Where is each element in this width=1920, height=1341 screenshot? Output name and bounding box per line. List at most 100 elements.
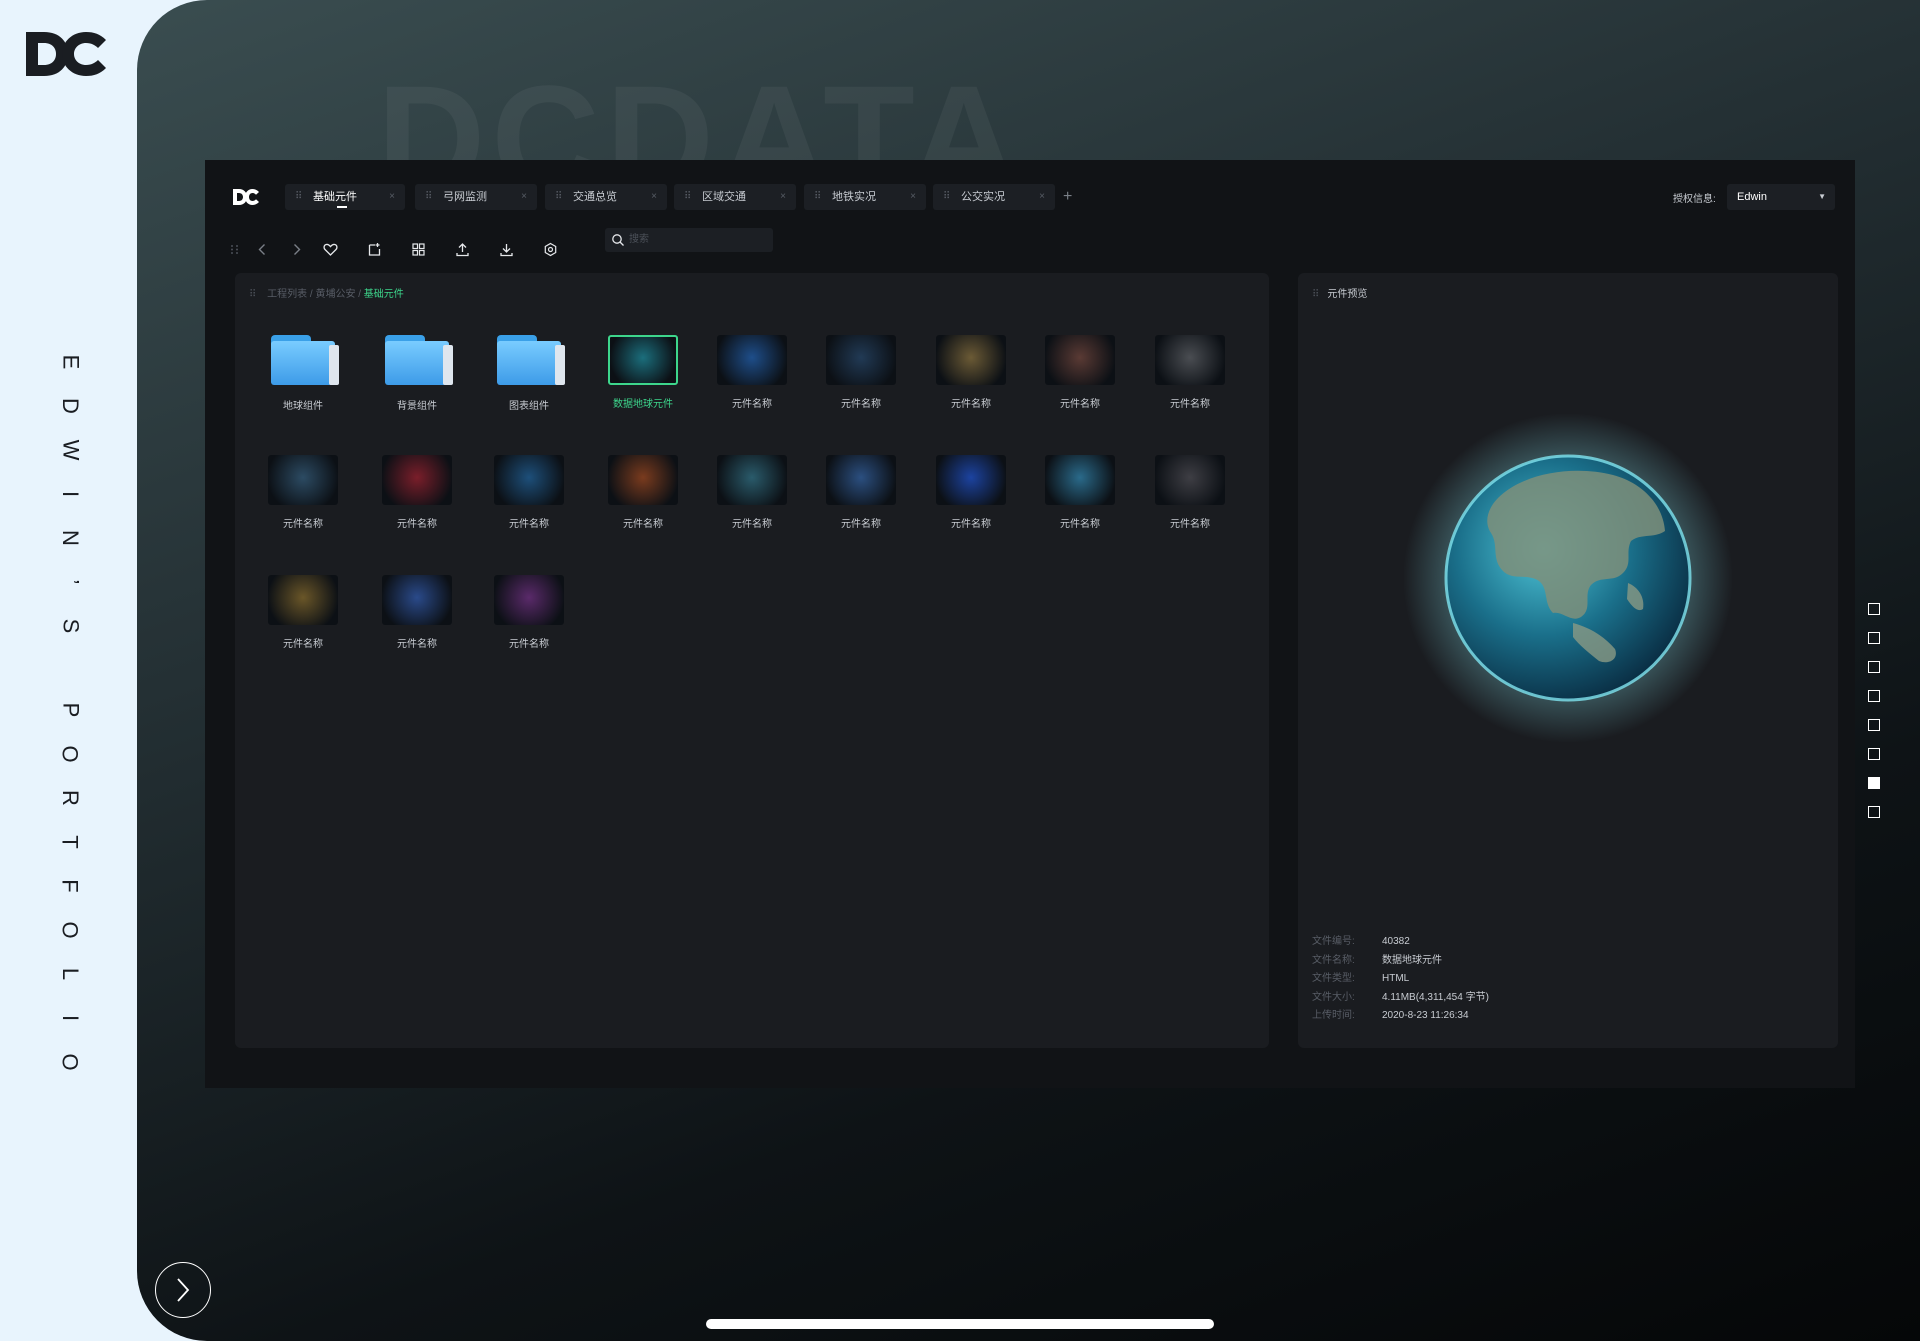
folder-item[interactable]: 背景组件 <box>377 335 457 412</box>
drag-handle-icon[interactable] <box>223 238 245 260</box>
metadata-row: 文件编号: 40382 <box>1312 933 1489 952</box>
rail-letter: I <box>58 1014 83 1022</box>
tab-label: 基础元件 <box>313 191 357 203</box>
tab-bar: ⠿ 基础元件 × ⠿ 弓网监测 × ⠿ 交通总览 × ⠿ 区域交通 × ⠿ 地铁实况 × ⠿ 公交实况 × + 授… <box>205 160 1855 232</box>
tab-item[interactable]: ⠿ 基础元件 × <box>285 184 405 210</box>
drag-handle-icon: ⠿ <box>249 289 257 300</box>
metadata-value: HTML <box>1382 973 1410 984</box>
back-icon[interactable] <box>251 238 273 260</box>
component-item[interactable]: 元件名称 <box>489 575 569 650</box>
component-thumbnail <box>717 455 787 505</box>
drag-handle-icon: ⠿ <box>295 191 303 202</box>
rail-letter: S <box>58 618 83 634</box>
component-item[interactable]: 元件名称 <box>1150 455 1230 530</box>
breadcrumb-mid[interactable]: 黄埔公安 <box>315 289 355 300</box>
rail-letter: E <box>58 354 83 370</box>
search-icon <box>612 234 624 246</box>
slide-pager <box>1868 603 1882 835</box>
tab-item[interactable]: ⠿ 交通总览 × <box>545 184 667 210</box>
pager-dot[interactable] <box>1868 748 1880 760</box>
folder-item[interactable]: 地球组件 <box>263 335 343 412</box>
pager-dot[interactable] <box>1868 719 1880 731</box>
forward-icon[interactable] <box>285 238 307 260</box>
item-label: 元件名称 <box>1170 399 1210 410</box>
tab-item[interactable]: ⠿ 区域交通 × <box>674 184 796 210</box>
pager-dot[interactable] <box>1868 661 1880 673</box>
component-item[interactable]: 元件名称 <box>712 455 792 530</box>
component-thumbnail <box>936 455 1006 505</box>
item-label: 元件名称 <box>841 399 881 410</box>
folder-icon <box>497 335 565 387</box>
component-item[interactable]: 元件名称 <box>263 455 343 530</box>
item-label: 元件名称 <box>397 639 437 650</box>
pager-dot[interactable] <box>1868 806 1880 818</box>
caret-down-icon: ▼ <box>1818 192 1826 201</box>
preview-panel: ⠿元件预览 文件编号:40382文件名称:数据地球元件文件类型:HT <box>1298 273 1838 1048</box>
rail-letter: L <box>58 967 83 981</box>
preview-title: ⠿ 元件预览 <box>1312 285 1367 300</box>
drag-handle-icon: ⠿ <box>1312 289 1320 300</box>
tab-item[interactable]: ⠿ 公交实况 × <box>933 184 1055 210</box>
component-item[interactable]: 元件名称 <box>603 455 683 530</box>
new-file-icon[interactable] <box>363 238 385 260</box>
search-input[interactable]: 搜索 <box>605 228 773 252</box>
component-item[interactable]: 元件名称 <box>931 335 1011 410</box>
grid-view-icon[interactable] <box>407 238 429 260</box>
user-select[interactable]: Edwin ▼ <box>1727 184 1835 210</box>
component-item[interactable]: 元件名称 <box>263 575 343 650</box>
tab-label: 交通总览 <box>573 191 617 203</box>
close-icon[interactable]: × <box>521 184 527 210</box>
rail-letter: I <box>58 490 83 498</box>
item-label: 元件名称 <box>623 519 663 530</box>
close-icon[interactable]: × <box>780 184 786 210</box>
metadata-value: 40382 <box>1382 936 1410 947</box>
rail-letter: O <box>58 921 83 939</box>
metadata-row: 上传时间: 2020-8-23 11:26:34 <box>1312 1007 1489 1026</box>
tab-item[interactable]: ⠿ 弓网监测 × <box>415 184 537 210</box>
close-icon[interactable]: × <box>389 184 395 210</box>
component-item[interactable]: 元件名称 <box>1040 455 1120 530</box>
close-icon[interactable]: × <box>1039 184 1045 210</box>
breadcrumb-root[interactable]: 工程列表 <box>267 289 307 300</box>
component-item[interactable]: 元件名称 <box>1150 335 1230 410</box>
toolbar <box>205 232 1855 270</box>
pager-dot[interactable] <box>1868 777 1880 789</box>
component-item[interactable]: 元件名称 <box>1040 335 1120 410</box>
component-item[interactable]: 元件名称 <box>377 455 457 530</box>
item-label: 元件名称 <box>509 519 549 530</box>
pager-dot[interactable] <box>1868 632 1880 644</box>
component-thumbnail <box>494 455 564 505</box>
pager-dot[interactable] <box>1868 690 1880 702</box>
component-item[interactable]: 元件名称 <box>821 455 901 530</box>
folder-item[interactable]: 图表组件 <box>489 335 569 412</box>
component-item[interactable]: 数据地球元件 <box>603 335 683 410</box>
file-metadata: 文件编号: 40382 文件名称: 数据地球元件 文件类型: HTML 文件大小: 4.11M… <box>1312 933 1489 1026</box>
active-tab-indicator <box>337 206 347 208</box>
rail-letter: O <box>58 1053 83 1071</box>
pager-dot[interactable] <box>1868 603 1880 615</box>
folder-icon <box>385 335 453 387</box>
component-item[interactable]: 元件名称 <box>712 335 792 410</box>
chevron-right-icon <box>177 1278 190 1302</box>
component-item[interactable]: 元件名称 <box>377 575 457 650</box>
add-tab-button[interactable]: + <box>1063 184 1072 210</box>
tab-item[interactable]: ⠿ 地铁实况 × <box>804 184 926 210</box>
favorite-icon[interactable] <box>319 238 341 260</box>
component-item[interactable]: 元件名称 <box>821 335 901 410</box>
preview-title-text: 元件预览 <box>1327 289 1368 300</box>
component-thumbnail <box>608 335 678 385</box>
metadata-key: 文件编号: <box>1312 936 1355 947</box>
portfolio-vertical-title: E D W I N ’ S P O R T F O L I O <box>58 340 83 1084</box>
metadata-key: 文件名称: <box>1312 954 1355 966</box>
component-item[interactable]: 元件名称 <box>489 455 569 530</box>
upload-icon[interactable] <box>451 238 473 260</box>
download-icon[interactable] <box>495 238 517 260</box>
rail-letter: N <box>57 530 83 546</box>
next-slide-button[interactable] <box>155 1262 211 1318</box>
component-item[interactable]: 元件名称 <box>931 455 1011 530</box>
close-icon[interactable]: × <box>910 184 916 210</box>
metadata-row: 文件大小: 4.11MB(4,311,454 字节) <box>1312 989 1489 1008</box>
rail-letter: D <box>57 398 83 414</box>
settings-icon[interactable] <box>539 238 561 260</box>
close-icon[interactable]: × <box>651 184 657 210</box>
